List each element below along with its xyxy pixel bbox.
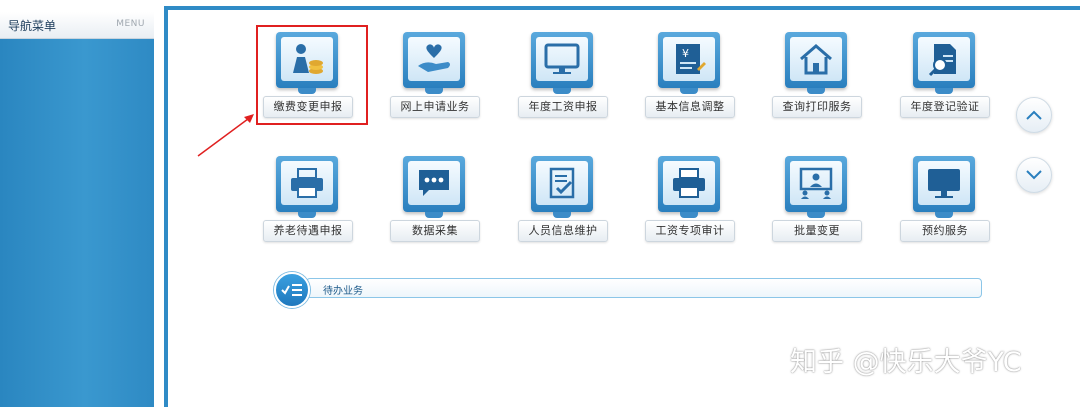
icon-face [281,161,333,205]
pending-tasks-badge [274,272,310,308]
icon-stand [680,212,698,218]
icon-frame [658,156,720,218]
heart-hand-icon [418,44,450,72]
icon-stand [553,88,571,94]
icon-stand [807,212,825,218]
tile-label: 网上申请业务 [390,96,480,118]
printer-icon [673,168,705,198]
tile-annual-wage[interactable]: 年度工资申报 [518,32,614,128]
tile-personnel-info[interactable]: 人员信息维护 [518,156,614,252]
tile-label: 养老待遇申报 [263,220,353,242]
tile-appointment[interactable]: 预约服务 [900,156,996,252]
icon-face [918,37,970,81]
monitor-icon [544,43,580,74]
icon-frame [403,32,465,94]
tile-label: 工资专项审计 [645,220,735,242]
icon-face [536,161,588,205]
icon-stand [553,212,571,218]
sidebar-title: 导航菜单 [8,19,57,33]
icon-frame [913,32,975,94]
sidebar-menu-label: MENU [116,19,145,29]
chevron-down-icon [1026,170,1042,180]
icon-frame [913,156,975,218]
house-icon [800,44,832,75]
sidebar-header: 导航菜单 MENU [0,12,154,39]
scroll-down-button[interactable] [1016,157,1052,193]
tile-label: 数据采集 [390,220,480,242]
icon-face: ¥ [663,37,715,81]
tile-label: 基本信息调整 [645,96,735,118]
highlight-box [256,25,368,125]
icon-frame [785,32,847,94]
icon-face [408,161,460,205]
icon-frame [276,156,338,218]
panel-divider [154,0,164,407]
icon-face [790,161,842,205]
chevron-up-icon [1026,110,1042,120]
sidebar: 导航菜单 MENU [0,12,154,407]
tile-label: 查询打印服务 [772,96,862,118]
tile-online-application[interactable]: 网上申请业务 [390,32,486,128]
clipboard-check-icon [549,167,575,199]
chat-bubble-icon [419,170,449,196]
watermark-text: 知乎 @快乐大爷YC [790,347,1022,378]
icon-frame [531,156,593,218]
printer-icon [291,168,323,198]
icon-face [663,161,715,205]
checklist-icon [281,284,302,296]
tile-batch-change[interactable]: 批量变更 [772,156,868,252]
icon-face [408,37,460,81]
tile-basic-info[interactable]: ¥ 基本信息调整 [645,32,741,128]
tile-label: 年度工资申报 [518,96,608,118]
svg-text:¥: ¥ [682,47,689,60]
tile-pension-claim[interactable]: 养老待遇申报 [263,156,359,252]
tile-label: 年度登记验证 [900,96,990,118]
tile-label: 预约服务 [900,220,990,242]
pending-tasks-label: 待办业务 [323,286,363,297]
icon-frame [531,32,593,94]
icon-face [790,37,842,81]
icon-stand [807,88,825,94]
annotation-arrow [197,114,254,157]
tile-label: 人员信息维护 [518,220,608,242]
icon-frame [785,156,847,218]
tile-data-collection[interactable]: 数据采集 [390,156,486,252]
tile-label: 批量变更 [772,220,862,242]
icon-face [918,161,970,205]
monitor-icon [928,169,960,198]
tile-query-print[interactable]: 查询打印服务 [772,32,868,128]
pending-tasks-bar[interactable]: 待办业务 [306,278,982,298]
tile-wage-audit[interactable]: 工资专项审计 [645,156,741,252]
icon-stand [425,88,443,94]
icon-stand [935,88,953,94]
icon-stand [425,212,443,218]
icon-stand [935,212,953,218]
icon-stand [680,88,698,94]
presentation-icon [799,167,833,199]
document-search-icon [928,44,956,77]
yen-document-icon: ¥ [676,44,706,74]
icon-frame [403,156,465,218]
scroll-up-button[interactable] [1016,97,1052,133]
icon-stand [298,212,316,218]
icon-face [536,37,588,81]
tile-annual-registration[interactable]: 年度登记验证 [900,32,996,128]
icon-frame: ¥ [658,32,720,94]
